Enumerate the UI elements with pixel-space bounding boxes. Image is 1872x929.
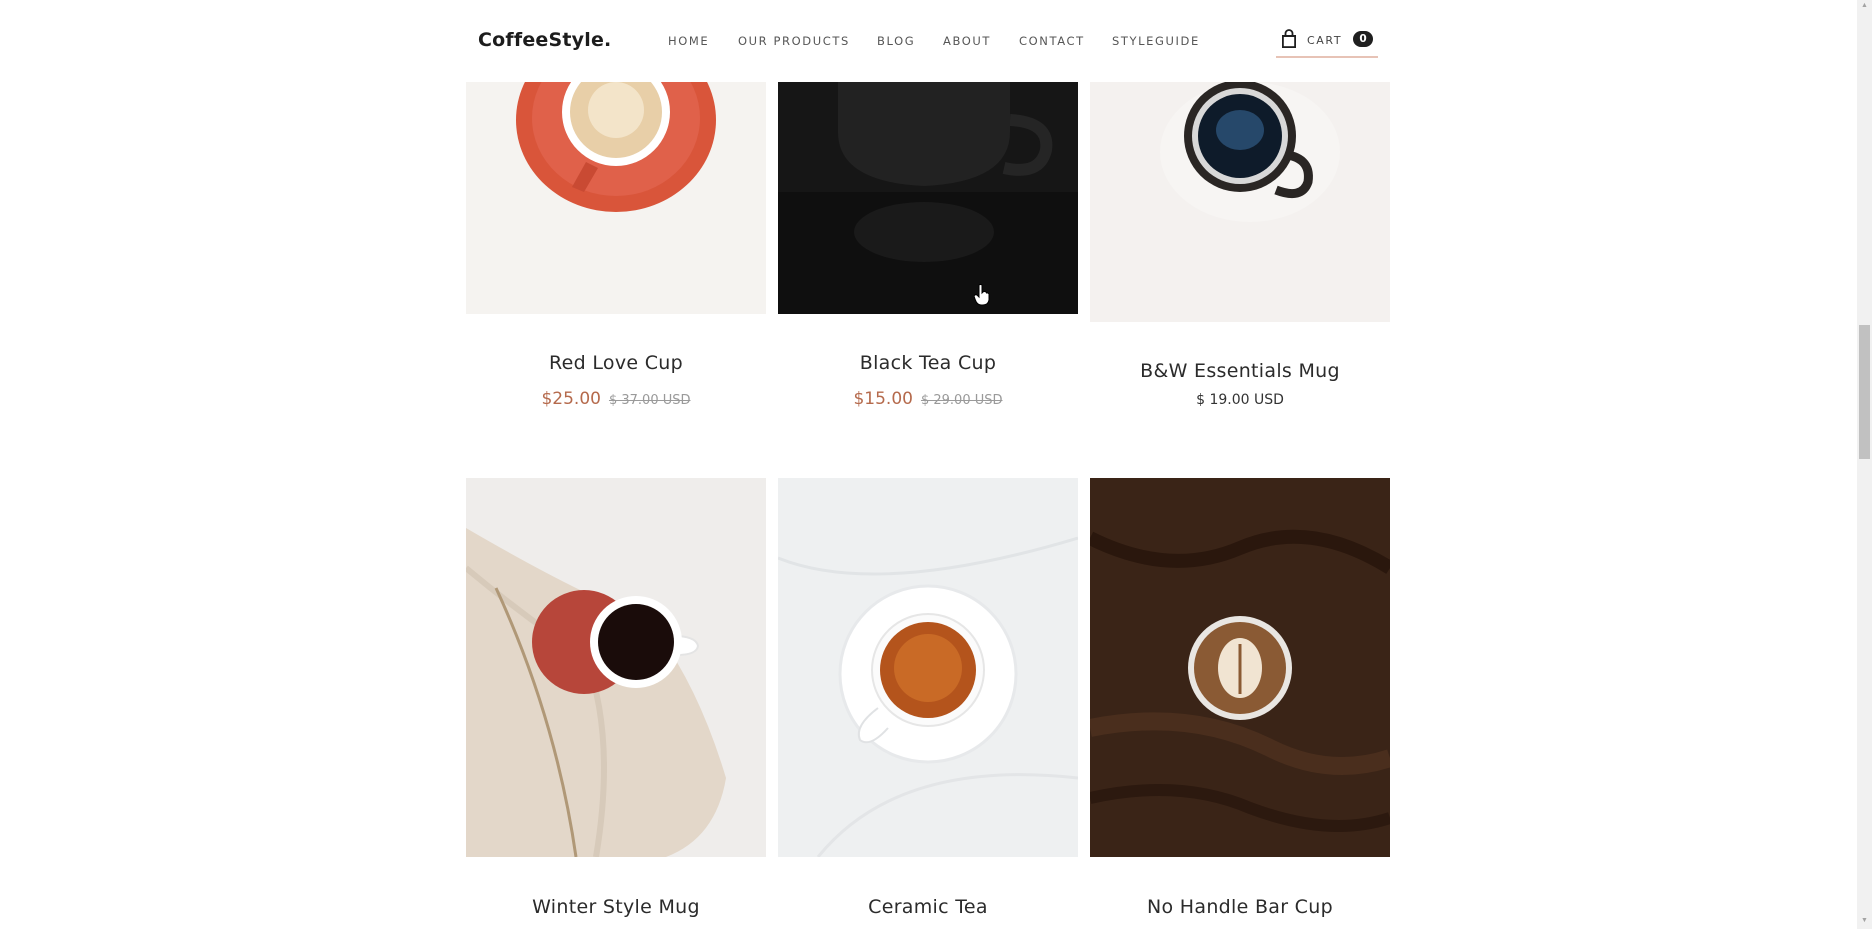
product-price-row: $ 19.00 USD [1090, 391, 1390, 409]
nav-about[interactable]: ABOUT [943, 34, 991, 48]
brand-logo[interactable]: CoffeeStyle. [478, 29, 611, 51]
product-price-row: $25.00 $ 37.00 USD [466, 389, 766, 409]
site-header: CoffeeStyle. HOME OUR PRODUCTS BLOG ABOU… [0, 0, 1857, 82]
shopping-bag-icon [1282, 29, 1296, 48]
product-price: $ 19.00 USD [1196, 392, 1284, 408]
nav-contact[interactable]: CONTACT [1019, 34, 1085, 48]
product-image-winter-style-mug[interactable] [466, 478, 766, 857]
nav-home[interactable]: HOME [668, 34, 709, 48]
original-price: $ 29.00 USD [920, 393, 1003, 408]
page-scrollbar-thumb[interactable] [1859, 325, 1870, 459]
product-image-red-love-cup[interactable] [466, 82, 766, 314]
product-image-ceramic-tea[interactable] [778, 478, 1078, 857]
original-price: $ 37.00 USD [608, 393, 691, 408]
cart-label: CART [1307, 34, 1343, 47]
page-scrollbar-track[interactable] [1857, 0, 1872, 929]
product-name[interactable]: No Handle Bar Cup [1090, 896, 1390, 918]
product-name[interactable]: B&W Essentials Mug [1090, 360, 1390, 382]
cart-button[interactable]: CART 0 [1276, 29, 1378, 58]
nav-our-products[interactable]: OUR PRODUCTS [738, 34, 850, 48]
product-image-bw-essentials-mug[interactable] [1090, 82, 1390, 322]
sale-price: $15.00 [853, 389, 913, 409]
scroll-up-arrow-icon[interactable]: ▲ [1859, 2, 1870, 12]
nav-blog[interactable]: BLOG [877, 34, 915, 48]
scroll-down-arrow-icon[interactable]: ▼ [1859, 917, 1870, 927]
product-name[interactable]: Red Love Cup [466, 352, 766, 374]
product-image-no-handle-bar-cup[interactable] [1090, 478, 1390, 857]
product-name[interactable]: Ceramic Tea [778, 896, 1078, 918]
product-price-row: $15.00 $ 29.00 USD [778, 389, 1078, 409]
product-name[interactable]: Black Tea Cup [778, 352, 1078, 374]
product-name[interactable]: Winter Style Mug [466, 896, 766, 918]
sale-price: $25.00 [541, 389, 601, 409]
nav-styleguide[interactable]: STYLEGUIDE [1112, 34, 1200, 48]
product-image-black-tea-cup[interactable] [778, 82, 1078, 314]
cart-count-badge: 0 [1353, 31, 1373, 47]
